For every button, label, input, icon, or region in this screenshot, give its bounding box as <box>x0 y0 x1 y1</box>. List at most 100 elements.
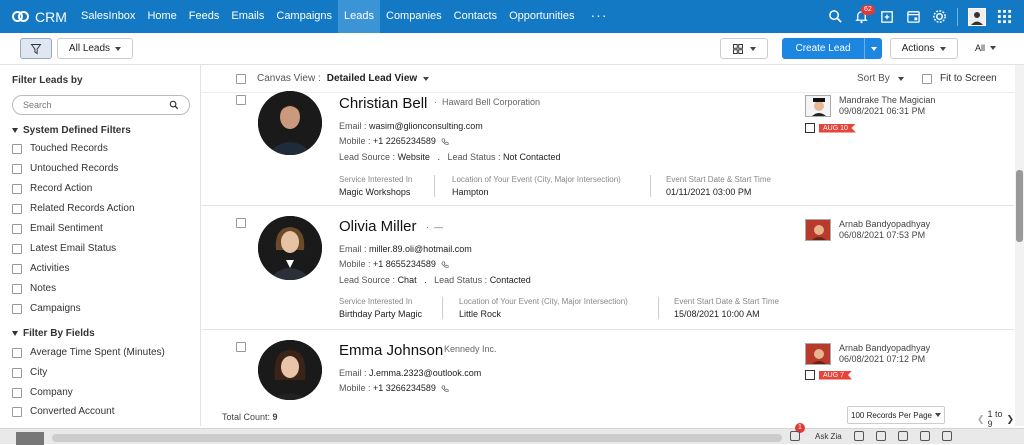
checkbox[interactable] <box>922 73 932 84</box>
create-lead-dropdown[interactable] <box>864 38 882 59</box>
field-filters-header[interactable]: Filter By Fields <box>12 328 95 339</box>
nav-home[interactable]: Home <box>141 0 182 33</box>
nav-more-button[interactable]: ··· <box>581 0 618 33</box>
filter-label: Related Records Action <box>30 203 135 214</box>
checkbox[interactable] <box>12 223 22 234</box>
apps-grid-icon[interactable] <box>996 9 1012 25</box>
task-reminder[interactable]: AUG 7 <box>805 370 853 380</box>
filter-notes[interactable]: Notes <box>12 283 56 294</box>
chevron-right-icon[interactable]: ❯ <box>1006 414 1014 425</box>
nav-contacts[interactable]: Contacts <box>448 0 503 33</box>
ask-zia-button[interactable]: Ask Zia <box>815 432 842 441</box>
nav-leads[interactable]: Leads <box>338 0 380 33</box>
sort-by-dropdown[interactable]: Sort By <box>857 73 904 84</box>
checkbox[interactable] <box>12 203 22 214</box>
checkbox[interactable] <box>12 406 22 417</box>
fit-to-screen-toggle[interactable]: Fit to Screen <box>922 73 997 84</box>
checkbox[interactable] <box>12 283 22 294</box>
lead-name[interactable]: Emma Johnson <box>339 342 443 359</box>
lead-mobile[interactable]: +1 2265234589 <box>373 136 436 146</box>
chevron-left-icon[interactable]: ❮ <box>977 414 985 425</box>
filter-company[interactable]: Company <box>12 387 73 398</box>
checkbox[interactable] <box>12 143 22 154</box>
filter-city[interactable]: City <box>12 367 47 378</box>
system-filters-header[interactable]: System Defined Filters <box>12 125 131 136</box>
checkbox[interactable] <box>12 243 22 254</box>
crm-logo[interactable]: CRM <box>0 9 75 25</box>
nav-campaigns[interactable]: Campaigns <box>270 0 338 33</box>
owner-avatar[interactable] <box>805 343 831 365</box>
canvas-view-selector[interactable]: Canvas View : Detailed Lead View <box>257 73 430 84</box>
filter-campaigns[interactable]: Campaigns <box>12 303 81 314</box>
lead-checkbox[interactable] <box>236 218 246 228</box>
lead-name[interactable]: Olivia Miller <box>339 218 417 235</box>
lead-checkbox[interactable] <box>236 95 246 105</box>
lead-mobile[interactable]: +1 8655234589 <box>373 259 436 269</box>
gamepad-icon[interactable] <box>854 431 864 441</box>
create-lead-button[interactable]: Create Lead <box>782 38 864 59</box>
lead-card[interactable]: Olivia Miller · — Email : miller.89.oli@… <box>202 206 1014 330</box>
phone-icon[interactable] <box>441 261 449 269</box>
lead-email[interactable]: wasim@glionconsulting.com <box>369 121 483 131</box>
filter-latest-email-status[interactable]: Latest Email Status <box>12 243 116 254</box>
lead-mobile[interactable]: +1 3266234589 <box>373 383 436 393</box>
vertical-scrollbar[interactable] <box>1015 65 1024 426</box>
gear-icon[interactable] <box>931 9 947 25</box>
filter-untouched-records[interactable]: Untouched Records <box>12 163 118 174</box>
lead-name[interactable]: Christian Bell <box>339 95 427 112</box>
filter-converted-account[interactable]: Converted Account <box>12 406 115 417</box>
task-reminder[interactable]: AUG 10 <box>805 123 856 133</box>
phone-icon[interactable] <box>441 385 449 393</box>
search-icon[interactable] <box>827 9 843 25</box>
chevron-down-icon <box>934 413 941 417</box>
user-avatar[interactable] <box>968 7 986 26</box>
lead-card[interactable]: Emma Johnson · Kennedy Inc. Email : J.em… <box>202 330 1014 405</box>
filter-related-records-action[interactable]: Related Records Action <box>12 203 135 214</box>
collapse-triangle-icon <box>12 128 18 133</box>
nav-companies[interactable]: Companies <box>380 0 448 33</box>
checkbox[interactable] <box>12 163 22 174</box>
task-checkbox-icon <box>805 370 815 380</box>
horizontal-scrollbar[interactable] <box>52 434 782 442</box>
all-dropdown[interactable]: All <box>975 43 997 53</box>
checkbox[interactable] <box>12 367 22 378</box>
filter-toggle-button[interactable] <box>20 38 52 59</box>
phone-icon[interactable] <box>441 138 449 146</box>
nav-feeds[interactable]: Feeds <box>183 0 226 33</box>
megaphone-icon[interactable] <box>790 431 800 441</box>
nav-opportunities[interactable]: Opportunities <box>503 0 580 33</box>
all-leads-dropdown[interactable]: All Leads <box>57 38 133 59</box>
checkbox[interactable] <box>12 387 22 398</box>
filter-email-sentiment[interactable]: Email Sentiment <box>12 223 103 234</box>
add-entry-icon[interactable] <box>879 9 895 25</box>
calendar-icon[interactable] <box>905 9 921 25</box>
lead-checkbox[interactable] <box>236 342 246 352</box>
lead-email[interactable]: miller.89.oli@hotmail.com <box>369 244 472 254</box>
filter-record-action[interactable]: Record Action <box>12 183 92 194</box>
checkbox[interactable] <box>12 183 22 194</box>
bell-icon[interactable]: 62 <box>853 4 875 25</box>
filter-search-input[interactable]: Search <box>12 95 190 115</box>
filter-average-time-spent[interactable]: Average Time Spent (Minutes) <box>12 347 165 358</box>
alarm-icon[interactable] <box>920 431 930 441</box>
scrollbar-thumb[interactable] <box>1016 170 1023 242</box>
owner-avatar[interactable] <box>805 219 831 241</box>
history-icon[interactable] <box>942 431 952 441</box>
owner-avatar[interactable] <box>805 95 831 117</box>
records-per-page-dropdown[interactable]: 100 Records Per Page <box>847 406 945 424</box>
checkbox[interactable] <box>12 347 22 358</box>
checkbox[interactable] <box>12 303 22 314</box>
select-all-checkbox[interactable] <box>236 74 246 84</box>
zia-icon[interactable] <box>898 431 908 441</box>
nav-emails[interactable]: Emails <box>225 0 270 33</box>
phone-icon[interactable] <box>876 431 886 441</box>
nav-salesinbox[interactable]: SalesInbox <box>75 0 141 33</box>
filter-touched-records[interactable]: Touched Records <box>12 143 108 154</box>
filter-activities[interactable]: Activities <box>12 263 69 274</box>
lead-email[interactable]: J.emma.2323@outlook.com <box>369 368 481 378</box>
bottom-panel-toggle[interactable] <box>16 432 44 445</box>
checkbox[interactable] <box>12 263 22 274</box>
view-switcher-dropdown[interactable] <box>720 38 768 59</box>
lead-card[interactable]: Christian Bell · Haward Bell Corporation… <box>202 91 1014 206</box>
actions-dropdown[interactable]: Actions <box>890 38 958 59</box>
